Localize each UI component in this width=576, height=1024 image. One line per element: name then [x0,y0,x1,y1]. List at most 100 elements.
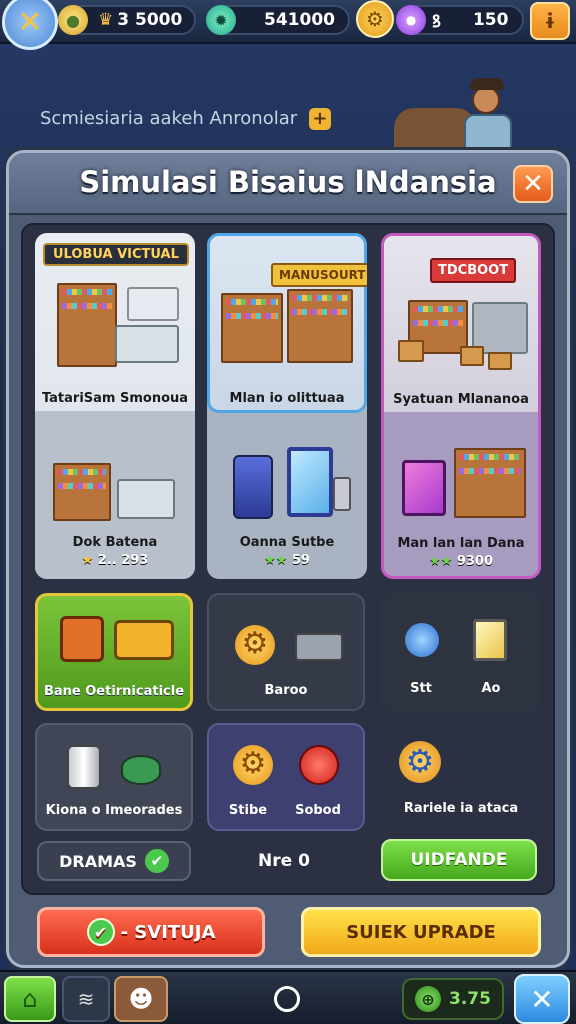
card-stat-value: 2.. 293 [97,553,149,568]
shop-sign: MANUSOURT [271,263,367,287]
currency-3-symbol: ꝸ [432,11,441,32]
confirm-upgrade-button[interactable]: SUIEK UPRADE [301,907,541,957]
machine-upgrade-card[interactable]: ⚙ Stibe Sobod [207,723,365,831]
modal-title: Simulasi Bisaius lNdansia [79,165,497,199]
purple-orb-icon: ● [396,5,426,35]
fuel-upgrade-card[interactable]: ⚙ Baroo [207,593,365,711]
display-screen-image [287,447,333,517]
count-label: Nre 0 [258,851,310,871]
background-notice: Scmiesiaria aakeh Anronolar + [40,108,331,130]
currency-pill-2[interactable]: ✹ 541000 [206,5,350,35]
card-stat: ★★ 9300 [384,554,538,569]
dramas-button[interactable]: DRAMAS ✔ [37,841,191,881]
gear-icon: ⚙ [235,625,275,665]
card-sublabel: Man lan lan Dana [397,536,525,551]
notice-plus-button[interactable]: + [308,108,331,130]
star-icon: ★★ [428,554,453,569]
shop-card-3[interactable]: TDCBOOT Syatuan Mlananoa Man lan lan Dan… [381,233,541,579]
currency-pill-3[interactable]: ● ꝸ 150 [396,5,524,35]
card-label: Syatuan Mlananoa [393,392,529,407]
truck-icon [295,633,343,661]
settings-gear-button[interactable]: ⚙ [356,0,394,38]
fridge-image [233,455,273,519]
character-body [464,114,512,152]
dramas-label: DRAMAS [59,851,137,871]
system-home-indicator[interactable] [274,986,300,1012]
tools-button[interactable]: ✕ [514,974,570,1024]
modal-content-panel: ULOBUA VICTUAL TatariSam Smonoua Dok Bat… [21,223,555,895]
bookshelf-image [57,283,117,367]
card-label: Mlan io olittuaa [229,391,345,406]
wrench-icon: ✕ [530,982,554,1016]
counter-image [115,325,179,363]
star-icon: ★★ [264,553,288,568]
stall-frame-image [127,287,179,321]
shelf-image [53,463,111,521]
upgrade-button[interactable]: UIDFANDE [381,839,537,881]
currency-1-value: 3 5000 [117,10,183,30]
card-stat-value: 59 [291,553,310,568]
home-icon: ⌂ [22,985,38,1013]
shop-icon: ɨ [544,9,556,33]
settings-upgrade-card[interactable]: ⚙ Rariele ia ataca [381,723,541,831]
card-stat: ★★ 59 [207,553,367,568]
home-button[interactable]: ⌂ [4,976,56,1022]
pot-icon [121,755,161,785]
card-stat-value: 9300 [456,554,494,569]
cancel-action-label: - SVITUJA [120,921,216,943]
close-icon: ✕ [522,169,544,199]
map-button[interactable]: ≋ [62,976,110,1022]
face-icon: ☻ [128,985,154,1013]
card-label: Baroo [264,683,308,698]
delivery-upgrade-card[interactable]: Bane Oetirnicaticle [35,593,193,711]
poster-image [402,460,446,516]
target-icon: ⊕ [415,986,442,1012]
gear-icon: ⚙ [233,745,273,785]
card-label: Ao [481,681,501,696]
gear-icon: ⚙ [366,7,384,31]
register-counter-image [117,479,175,519]
energy-value: 3.75 [449,989,491,1009]
crown-icon: ♛ [98,10,114,30]
card-badge: ULOBUA VICTUAL [43,243,189,266]
coin-stack-icon: ● [58,5,88,35]
shop-card-2[interactable]: MANUSOURT Mlan io olittuaa Oanna Sutbe ★… [207,233,367,579]
can-icon [67,745,101,789]
shelf-image [454,448,526,518]
gem-icon: ✹ [206,5,236,35]
star-icon: ★ [81,553,94,568]
currency-2-value: 541000 [264,10,335,30]
kitchen-upgrade-card[interactable]: Kiona o Imeorades [35,723,193,831]
cancel-action-button[interactable]: ✔ - SVITUJA [37,907,265,957]
tools-upgrade-card[interactable]: Stt Ao [381,593,541,711]
orb-icon [405,623,439,657]
close-game-button[interactable]: ✕ [2,0,58,50]
currency-pill-1[interactable]: ● ♛ 3 5000 [58,5,196,35]
shop-sign: TDCBOOT [430,258,517,283]
close-icon: ✕ [17,4,43,40]
shopkeeper-character [392,72,532,152]
check-icon: ✔ [86,918,115,946]
glass-panel-icon [473,619,507,661]
bottom-nav-bar: ⌂ ≋ ☻ ⊕ 3.75 ✕ [0,970,576,1024]
gear-icon: ⚙ [399,741,441,783]
speaker-image [333,477,351,511]
card-label: Kiona o Imeorades [45,803,183,818]
red-button-icon [299,745,339,785]
shelf-image [221,293,283,363]
card-label: Bane Oetirnicaticle [43,684,185,699]
currency-3-value: 150 [472,10,509,30]
shop-card-1[interactable]: ULOBUA VICTUAL TatariSam Smonoua Dok Bat… [35,233,195,579]
truck-icon [114,620,174,660]
card-sublabel: Oanna Sutbe [239,535,335,550]
card-label: Rariele ia ataca [403,801,519,816]
shop-button[interactable]: ɨ [530,2,570,40]
top-bar: ✕ ● ♛ 3 5000 ✹ 541000 ⚙ ● ꝸ 150 ɨ [0,0,576,50]
crate-image [460,346,484,366]
modal-close-button[interactable]: ✕ [513,165,553,203]
profile-button[interactable]: ☻ [114,976,168,1022]
notice-text: Scmiesiaria aakeh Anronolar [40,108,298,129]
character-cap [470,78,504,90]
card-sublabel: Dok Batena [72,535,158,550]
character-head [472,86,500,114]
